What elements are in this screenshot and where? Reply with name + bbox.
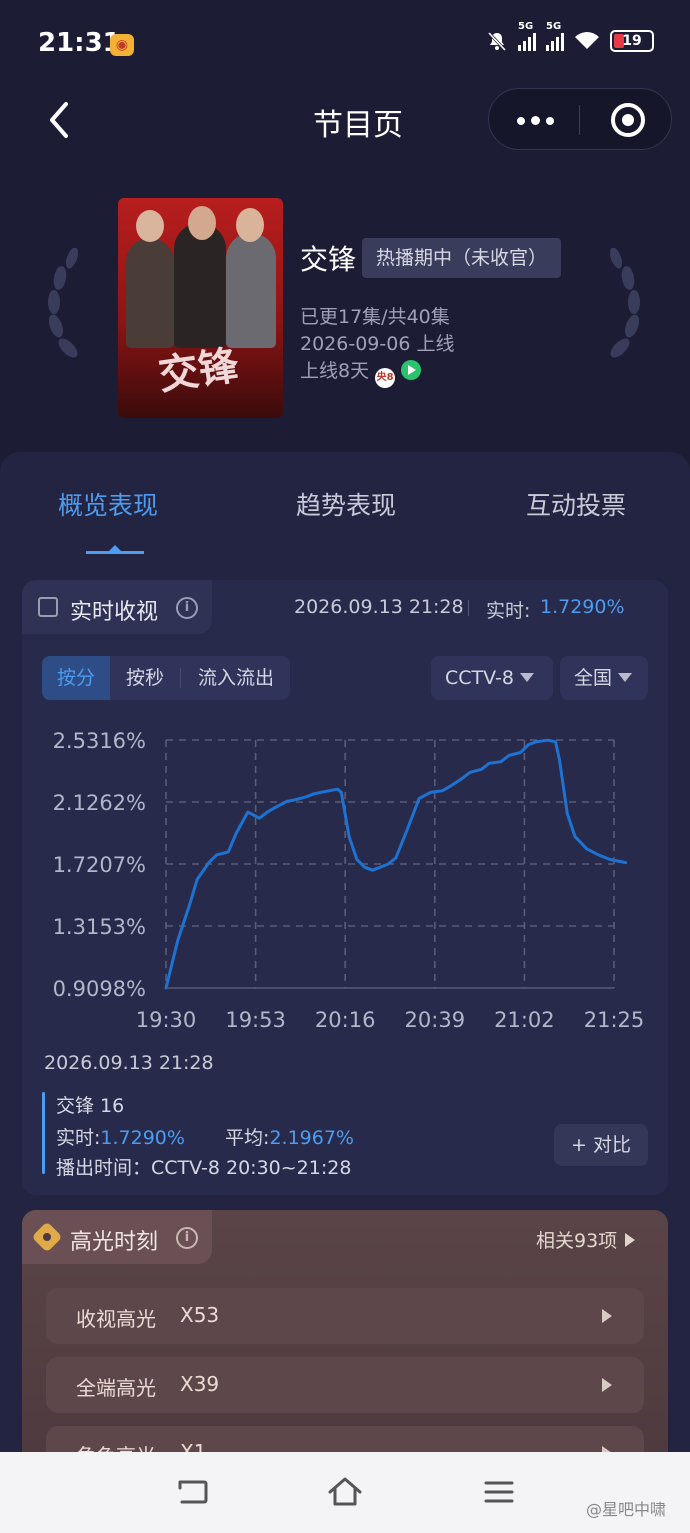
net2-label: 5G bbox=[546, 21, 562, 32]
highlight-row-count: X53 bbox=[180, 1303, 220, 1327]
highlights-title: 高光时刻 bbox=[70, 1230, 159, 1255]
segment-flow[interactable]: 流入流出 bbox=[186, 656, 286, 700]
battery-icon: 19 bbox=[610, 30, 654, 52]
more-options-button[interactable] bbox=[517, 116, 554, 125]
rt-label: 实时: bbox=[56, 1127, 101, 1149]
y-tick-label: 1.3153% bbox=[53, 915, 146, 939]
channel-value: CCTV-8 bbox=[445, 667, 514, 689]
play-arrow-icon bbox=[602, 1378, 612, 1392]
calendar-icon bbox=[38, 597, 58, 617]
status-time: 21:31 bbox=[38, 28, 121, 58]
status-icons: 5G 5G 19 bbox=[486, 21, 654, 52]
star-badge-icon-inner bbox=[43, 1233, 51, 1241]
segment-divider bbox=[180, 668, 181, 688]
play-arrow-icon bbox=[625, 1233, 636, 1247]
net1-label: 5G bbox=[518, 21, 534, 32]
realtime-title: 实时收视 bbox=[70, 600, 159, 625]
realtime-label: 实时: bbox=[486, 600, 531, 622]
y-tick-label: 1.7207% bbox=[53, 853, 146, 877]
premiere-date: 2026-09-06 上线 bbox=[300, 333, 455, 355]
poster-title: 交锋 bbox=[155, 341, 242, 400]
x-tick-label: 19:30 bbox=[136, 1008, 197, 1032]
signal-2-icon: 5G bbox=[546, 21, 564, 51]
rt-value: 1.7290% bbox=[100, 1127, 185, 1149]
signal-1-icon: 5G bbox=[518, 21, 536, 51]
status-badge: 热播期中（未收官） bbox=[362, 238, 562, 278]
cctv8-channel-icon: 央8 bbox=[375, 368, 396, 388]
back-nav-icon[interactable] bbox=[174, 1474, 210, 1510]
weibo-icon: ◉ bbox=[110, 34, 134, 56]
airtime: 播出时间：CCTV-8 20:30~21:28 bbox=[56, 1157, 352, 1179]
play-arrow-icon bbox=[602, 1309, 612, 1323]
home-nav-icon[interactable] bbox=[327, 1474, 363, 1510]
days-online-row: 上线8天 央8 bbox=[300, 356, 422, 388]
x-tick-label: 21:02 bbox=[494, 1008, 555, 1032]
menu-nav-icon[interactable] bbox=[481, 1474, 517, 1510]
y-tick-label: 2.5316% bbox=[53, 729, 146, 753]
x-tick-label: 19:53 bbox=[225, 1008, 286, 1032]
region-dropdown[interactable]: 全国 bbox=[560, 656, 648, 700]
tab-vote[interactable]: 互动投票 bbox=[526, 486, 626, 522]
iqiyi-play-icon bbox=[401, 360, 422, 380]
wifi-icon bbox=[575, 32, 599, 49]
highlight-row-label: 全端高光 bbox=[76, 1376, 156, 1400]
battery-level: 19 bbox=[622, 33, 642, 49]
laurel-left-icon bbox=[48, 248, 79, 358]
series-indicator bbox=[42, 1092, 45, 1174]
show-poster[interactable]: 交锋 bbox=[118, 198, 283, 418]
tab-indicator bbox=[86, 551, 144, 554]
x-tick-label: 20:39 bbox=[405, 1008, 466, 1032]
info-icon[interactable]: i bbox=[176, 1227, 198, 1249]
mini-program-capsule bbox=[488, 88, 672, 150]
realtime-value: 1.7290% bbox=[540, 596, 625, 618]
avg-value: 2.1967% bbox=[269, 1127, 354, 1149]
x-tick-label: 21:25 bbox=[584, 1008, 645, 1032]
episode-count: 已更17集/共40集 bbox=[300, 306, 450, 328]
highlights-more-text: 相关93项 bbox=[536, 1230, 618, 1252]
compare-button[interactable]: + 对比 bbox=[554, 1124, 648, 1166]
region-value: 全国 bbox=[574, 667, 613, 689]
chart-footer-time: 2026.09.13 21:28 bbox=[44, 1052, 214, 1074]
laurel-right-icon bbox=[609, 248, 640, 358]
days-online: 上线8天 bbox=[300, 360, 370, 382]
info-icon[interactable]: i bbox=[176, 597, 198, 619]
segment-by-minute[interactable]: 按分 bbox=[42, 656, 110, 700]
segment-by-second[interactable]: 按秒 bbox=[114, 656, 176, 700]
episode-label: 交锋 16 bbox=[56, 1095, 125, 1117]
watermark: @星吧中啸 bbox=[586, 1500, 667, 1519]
show-name: 交锋 bbox=[300, 243, 357, 276]
caret-down-icon bbox=[519, 673, 534, 682]
caret-down-icon bbox=[618, 673, 633, 682]
highlight-row-label: 收视高光 bbox=[76, 1307, 156, 1331]
realtime-timestamp: 2026.09.13 21:28 bbox=[294, 596, 464, 618]
channel-dropdown[interactable]: CCTV-8 bbox=[431, 656, 553, 700]
mute-bell-icon bbox=[487, 31, 507, 52]
highlights-more-link[interactable]: 相关93项 bbox=[536, 1226, 636, 1253]
highlight-row-count: X39 bbox=[180, 1372, 220, 1396]
tab-overview[interactable]: 概览表现 bbox=[58, 486, 158, 522]
stats-row: 实时:1.7290% 平均:2.1967% bbox=[56, 1123, 354, 1150]
tab-trend[interactable]: 趋势表现 bbox=[296, 486, 396, 522]
separator bbox=[468, 600, 469, 616]
ratings-line-chart[interactable]: 2.5316% 2.1262% 1.7207% 1.3153% 0.9098% 19:30… bbox=[22, 720, 668, 1050]
x-tick-label: 20:16 bbox=[315, 1008, 376, 1032]
y-tick-label: 0.9098% bbox=[53, 977, 146, 1001]
y-tick-label: 2.1262% bbox=[53, 791, 146, 815]
avg-label: 平均: bbox=[225, 1127, 270, 1149]
close-target-button[interactable] bbox=[611, 103, 645, 137]
